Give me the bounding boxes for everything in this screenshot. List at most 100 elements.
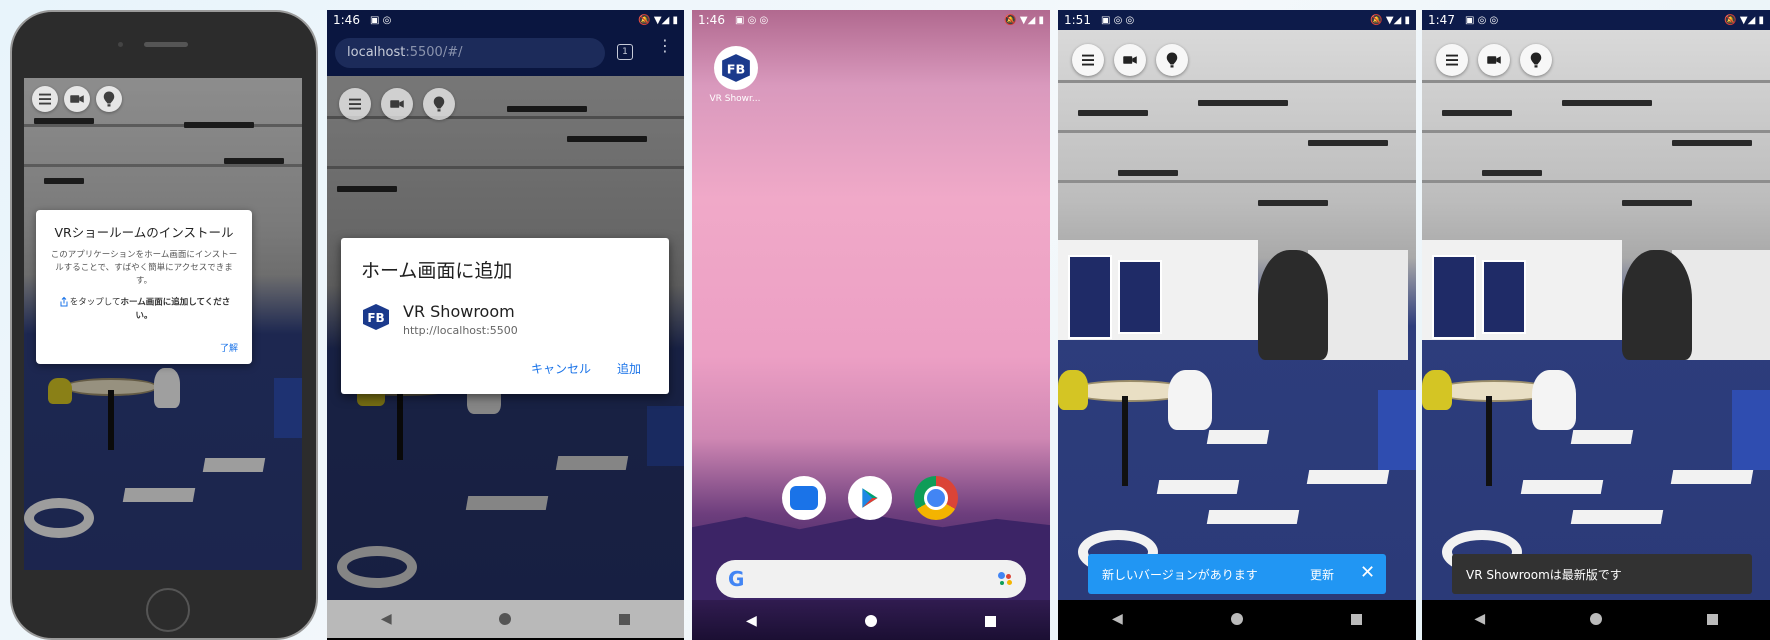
- video-camera-icon: [1487, 56, 1501, 64]
- app-url: http://localhost:5500: [403, 324, 518, 337]
- camera-button[interactable]: [381, 88, 413, 120]
- install-dialog-body: このアプリケーションをホーム画面にインストールすることで、すばやく簡単にアクセス…: [50, 250, 238, 286]
- app-logo-icon: FB: [361, 302, 391, 332]
- play-store-app-icon[interactable]: [848, 476, 892, 520]
- panel5-scene: [1422, 30, 1770, 600]
- home-icon[interactable]: [1589, 613, 1602, 625]
- nav-bar: ◀: [327, 600, 684, 638]
- balloon-button[interactable]: [1520, 44, 1552, 76]
- messages-app-icon[interactable]: [782, 476, 826, 520]
- hot-air-balloon-icon: [433, 96, 445, 112]
- status-bar: 1:46 ▣ ◎ 🔕 ▼◢ ▮: [327, 10, 684, 30]
- back-icon[interactable]: ◀: [1474, 611, 1485, 627]
- panel5: 1:47 ▣ ◎ ◎ 🔕 ▼◢ ▮ VR Showroomは最新版です ◀: [1422, 10, 1770, 640]
- app-name: VR Showroom: [403, 302, 515, 321]
- share-icon: [60, 296, 68, 307]
- snackbar-message: VR Showroomは最新版です: [1466, 568, 1622, 582]
- menu-button[interactable]: [339, 88, 371, 120]
- ok-button[interactable]: 了解: [220, 341, 238, 354]
- menu-icon: [1082, 54, 1094, 66]
- recents-icon[interactable]: [1706, 613, 1718, 625]
- status-icons: 🔕 ▼◢ ▮: [1004, 14, 1044, 26]
- install-hint: をタップしてホーム画面に追加してください。: [50, 296, 238, 323]
- notification-icon: ▣ ◎ ◎: [1100, 14, 1135, 26]
- balloon-button[interactable]: [1156, 44, 1188, 76]
- notification-icon: ▣ ◎ ◎: [1464, 14, 1499, 26]
- add-to-home-dialog: ホーム画面に追加 FB VR Showroom http://localhost…: [341, 238, 669, 394]
- add-button[interactable]: 追加: [617, 360, 641, 377]
- cancel-button[interactable]: キャンセル: [531, 360, 591, 377]
- recents-icon[interactable]: [1350, 613, 1362, 625]
- notification-icon: ▣ ◎: [369, 14, 392, 26]
- hot-air-balloon-icon: [103, 91, 115, 107]
- home-icon[interactable]: [1230, 613, 1243, 625]
- url-bar[interactable]: localhost:5500/#/: [335, 38, 605, 68]
- menu-icon: [1446, 54, 1458, 66]
- nav-bar: ◀: [1422, 600, 1770, 638]
- dialog-title: ホーム画面に追加: [361, 260, 513, 282]
- status-icons: 🔕 ▼◢ ▮: [1370, 14, 1410, 26]
- shortcut-label: VR Showr...: [709, 94, 761, 104]
- svg-text:FB: FB: [727, 62, 746, 77]
- back-icon[interactable]: ◀: [1112, 611, 1123, 627]
- iphone-camera: [118, 42, 123, 47]
- app-logo-icon: FB: [714, 46, 758, 90]
- hot-air-balloon-icon: [1166, 52, 1178, 68]
- status-time: 1:46: [698, 13, 725, 27]
- tab-switcher-button[interactable]: 1: [617, 44, 633, 60]
- panel4: 1:51 ▣ ◎ ◎ 🔕 ▼◢ ▮ 新しいバージョンがあります 更新 ✕ ◀: [1058, 10, 1416, 640]
- video-camera-icon: [390, 100, 404, 108]
- home-button[interactable]: [146, 588, 190, 632]
- iphone-speaker: [144, 42, 188, 47]
- video-camera-icon: [70, 95, 84, 103]
- home-icon[interactable]: [864, 615, 877, 627]
- menu-button[interactable]: [1436, 44, 1468, 76]
- status-bar: 1:46 ▣ ◎ ◎ 🔕 ▼◢ ▮: [692, 10, 1050, 30]
- latest-version-snackbar: VR Showroomは最新版です: [1452, 554, 1752, 594]
- balloon-button[interactable]: [423, 88, 455, 120]
- recents-icon[interactable]: [984, 615, 996, 627]
- panel3-homescreen: 1:46 ▣ ◎ ◎ 🔕 ▼◢ ▮ FB VR Showr... G ◀: [692, 10, 1050, 640]
- notification-icon: ▣ ◎ ◎: [734, 14, 769, 26]
- close-icon[interactable]: ✕: [1360, 562, 1375, 583]
- svg-text:FB: FB: [367, 311, 384, 325]
- overflow-menu-icon[interactable]: ⋮: [657, 38, 673, 54]
- panel1-scene: VRショールームのインストール このアプリケーションをホーム画面にインストールす…: [24, 78, 302, 570]
- panel4-scene: [1058, 30, 1416, 600]
- assistant-icon[interactable]: [998, 572, 1014, 586]
- recents-icon[interactable]: [619, 613, 631, 625]
- menu-button[interactable]: [32, 86, 58, 112]
- nav-bar: ◀: [692, 602, 1050, 640]
- video-camera-icon: [1123, 56, 1137, 64]
- update-button[interactable]: 更新: [1310, 566, 1334, 583]
- balloon-button[interactable]: [96, 86, 122, 112]
- browser-toolbar: localhost:5500/#/ 1 ⋮: [327, 30, 684, 76]
- snackbar-message: 新しいバージョンがあります: [1102, 568, 1258, 582]
- camera-button[interactable]: [1114, 44, 1146, 76]
- vr-showroom-shortcut[interactable]: FB VR Showr...: [709, 46, 762, 104]
- menu-button[interactable]: [1072, 44, 1104, 76]
- status-time: 1:51: [1064, 13, 1091, 27]
- nav-bar: ◀: [1058, 600, 1416, 638]
- status-bar: 1:47 ▣ ◎ ◎ 🔕 ▼◢ ▮: [1422, 10, 1770, 30]
- hot-air-balloon-icon: [1530, 52, 1542, 68]
- status-icons: 🔕 ▼◢ ▮: [1724, 14, 1764, 26]
- status-time: 1:46: [333, 13, 360, 27]
- update-snackbar: 新しいバージョンがあります 更新 ✕: [1088, 554, 1386, 594]
- google-search-bar[interactable]: G: [716, 560, 1026, 598]
- menu-icon: [349, 98, 361, 110]
- panel2: 1:46 ▣ ◎ 🔕 ▼◢ ▮ localhost:5500/#/ 1 ⋮ ホー…: [327, 10, 684, 640]
- back-icon[interactable]: ◀: [746, 613, 757, 629]
- camera-button[interactable]: [64, 86, 90, 112]
- status-time: 1:47: [1428, 13, 1455, 27]
- status-icons: 🔕 ▼◢ ▮: [638, 14, 678, 26]
- chrome-app-icon[interactable]: [914, 476, 958, 520]
- back-icon[interactable]: ◀: [381, 611, 392, 627]
- install-dialog: VRショールームのインストール このアプリケーションをホーム画面にインストールす…: [36, 210, 252, 364]
- dock: [782, 476, 958, 520]
- home-icon[interactable]: [499, 613, 512, 625]
- camera-button[interactable]: [1478, 44, 1510, 76]
- google-g-icon: G: [728, 567, 745, 591]
- status-bar: 1:51 ▣ ◎ ◎ 🔕 ▼◢ ▮: [1058, 10, 1416, 30]
- menu-icon: [39, 93, 51, 105]
